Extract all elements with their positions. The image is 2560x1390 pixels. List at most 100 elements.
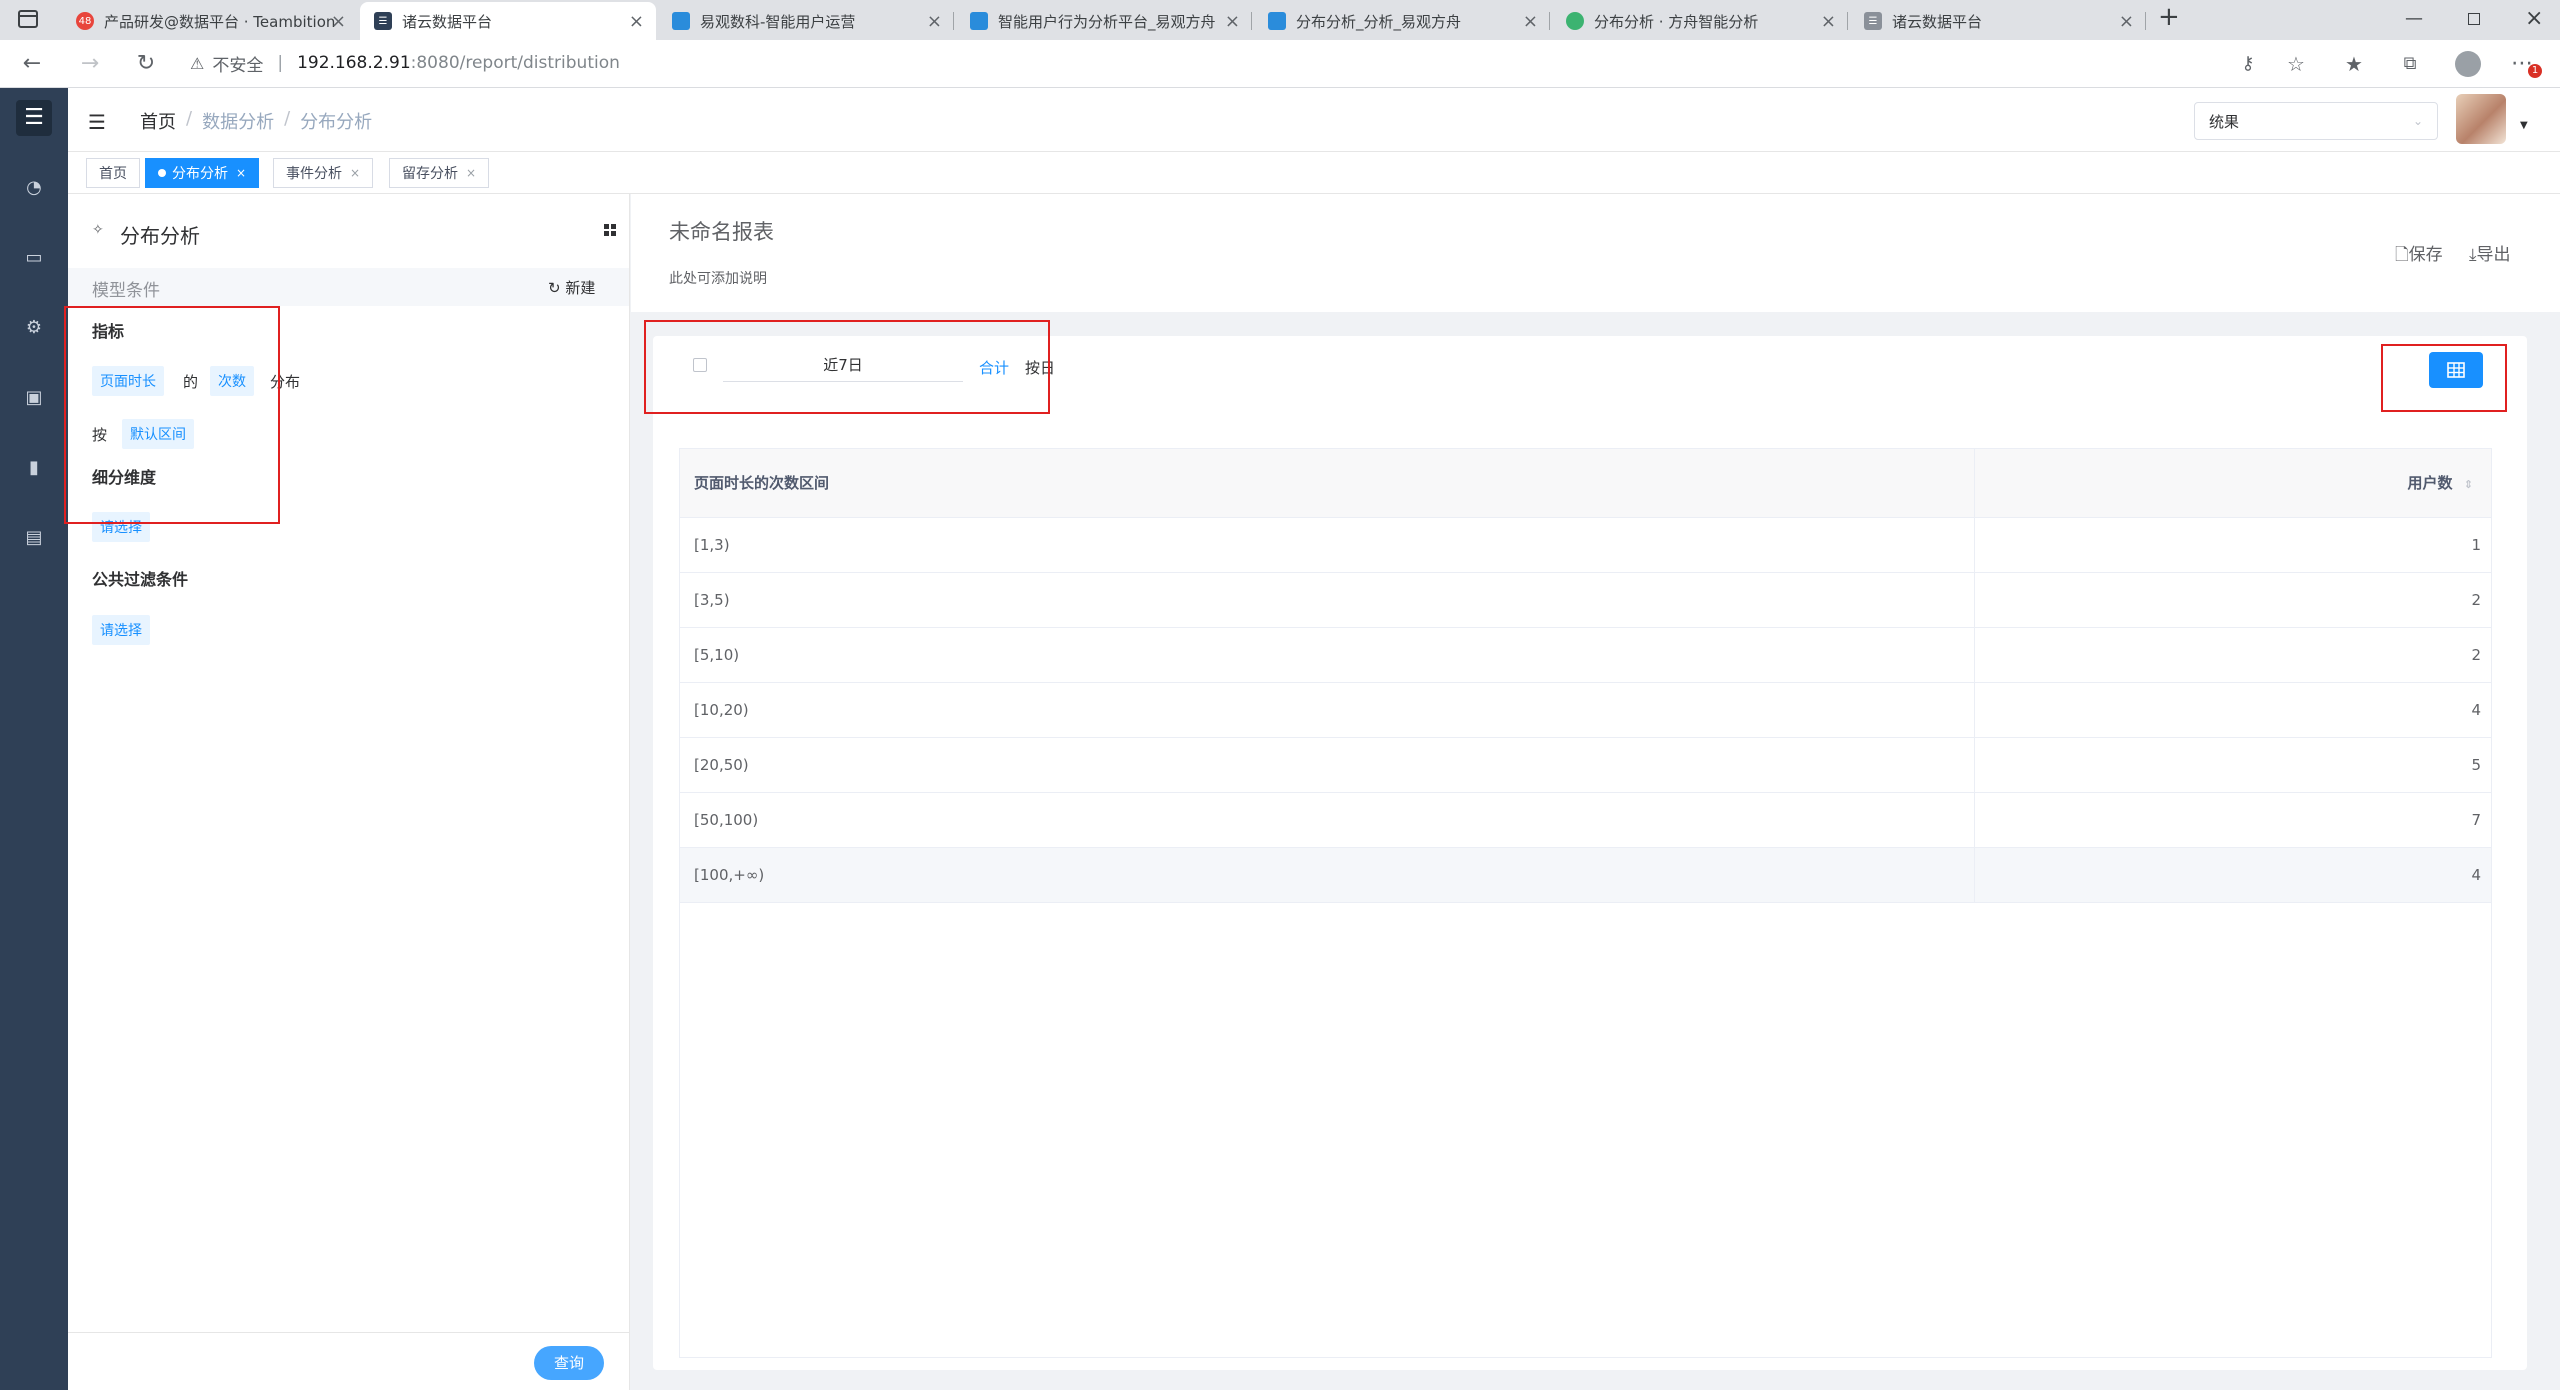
table-row[interactable]: [3,5) 2: [680, 572, 2491, 628]
cell-interval: [10,20): [680, 682, 1975, 738]
breadcrumb-data-analysis[interactable]: 数据分析: [202, 108, 274, 134]
url-path: :8080/report/distribution: [410, 53, 620, 73]
active-dot-icon: [158, 169, 166, 177]
close-icon[interactable]: ×: [1225, 11, 1240, 32]
close-icon[interactable]: ×: [1523, 11, 1538, 32]
company-select[interactable]: 统果 ⌄: [2194, 102, 2438, 140]
tag-close-icon[interactable]: ×: [466, 166, 476, 180]
security-label: 不安全: [212, 55, 264, 76]
grid-toggle-icon[interactable]: [604, 224, 616, 236]
column-header-users[interactable]: 用户数 ⇕: [1974, 449, 2491, 518]
save-button[interactable]: 🗋保存: [2395, 240, 2443, 271]
browser-tab-title: 分布分析_分析_易观方舟: [1296, 12, 1462, 31]
browser-tab-yiguan-behavior[interactable]: 智能用户行为分析平台_易观方舟 ×: [956, 2, 1252, 40]
results-table: 页面时长的次数区间 用户数 ⇕ [1,3) 1 [3,5) 2 [5,10) 2 [10,2…: [680, 449, 2491, 903]
browser-tab-yiguan-ops[interactable]: 易观数科-智能用户运营 ×: [658, 2, 954, 40]
pin-icon: ✧: [92, 222, 104, 238]
zhuyun-favicon-icon: ☰: [1864, 12, 1882, 30]
breadcrumb: 首页 / 数据分析 / 分布分析: [140, 108, 372, 134]
browser-tab-title: 诸云数据平台: [1892, 12, 1983, 31]
browser-tab-title: 分布分析 · 方舟智能分析: [1594, 12, 1759, 31]
bar-chart-icon[interactable]: ▮: [22, 456, 46, 480]
report-title[interactable]: 未命名报表: [669, 216, 774, 246]
menu-toggle-icon[interactable]: ☰: [88, 110, 106, 134]
company-select-value: 统果: [2209, 112, 2240, 131]
close-icon[interactable]: ×: [629, 11, 644, 32]
monitor-icon[interactable]: ▭: [22, 246, 46, 270]
browser-tab-yiguan-distribution[interactable]: 分布分析_分析_易观方舟 ×: [1254, 2, 1550, 40]
fangzhou-favicon-icon: [1566, 12, 1584, 30]
table-row[interactable]: [5,10) 2: [680, 627, 2491, 683]
profile-avatar[interactable]: [2455, 51, 2481, 77]
table-row[interactable]: [100,+∞) 4: [680, 847, 2491, 903]
notification-badge: 1: [2528, 64, 2542, 78]
close-icon[interactable]: ×: [1821, 11, 1836, 32]
browser-tab-bar: 48 产品研发@数据平台 · Teambition × ☰ 诸云数据平台 × 易…: [0, 0, 2560, 40]
report-card: 近7日 合计 按日 页面时长的次数区间 用户数 ⇕ [1,3) 1 [3,5) 2 [5…: [644, 320, 2527, 1370]
table-row[interactable]: [1,3) 1: [680, 517, 2491, 573]
reload-icon[interactable]: ↻: [132, 50, 160, 78]
tag-retention[interactable]: 留存分析 ×: [389, 158, 490, 188]
model-conditions-label: 模型条件: [92, 281, 160, 301]
browser-tab-teambition[interactable]: 48 产品研发@数据平台 · Teambition ×: [62, 2, 358, 40]
yiguan-favicon-icon: [1268, 12, 1286, 30]
new-tab-button[interactable]: +: [2158, 2, 2180, 32]
close-icon[interactable]: ×: [927, 11, 942, 32]
favorites-icon[interactable]: ★: [2340, 50, 2368, 78]
cell-interval: [5,10): [680, 627, 1975, 683]
avatar-caret-icon[interactable]: ▼: [2520, 120, 2528, 131]
condition-panel: ✧ 分布分析 模型条件 ↻ 新建 指标 页面时长 的 次数 分布 按 默认区间 …: [64, 194, 630, 1390]
yiguan-favicon-icon: [970, 12, 988, 30]
tag-home[interactable]: 首页: [86, 158, 140, 188]
minimize-icon[interactable]: —: [2405, 8, 2423, 29]
close-icon[interactable]: ×: [331, 11, 346, 32]
cell-interval: [1,3): [680, 517, 1975, 573]
back-arrow-icon[interactable]: ←: [18, 50, 46, 78]
report-header: 未命名报表 此处可添加说明 🗋保存 ⤓导出: [631, 194, 2560, 312]
app-logo-icon[interactable]: ☰: [16, 100, 52, 136]
tab-actions-icon[interactable]: [18, 10, 38, 28]
query-button[interactable]: 查询: [534, 1346, 604, 1380]
model-conditions-header: 模型条件 ↻ 新建: [68, 268, 629, 306]
report-icon[interactable]: ▤: [22, 526, 46, 550]
table-row[interactable]: [50,100) 7: [680, 792, 2491, 848]
browser-tab-zhuyun-active[interactable]: ☰ 诸云数据平台 ×: [360, 2, 656, 40]
close-icon[interactable]: ×: [2119, 11, 2134, 32]
window-close-icon[interactable]: ×: [2525, 6, 2543, 31]
table-row[interactable]: [20,50) 5: [680, 737, 2491, 793]
new-condition-button[interactable]: ↻ 新建: [548, 277, 595, 298]
export-button[interactable]: ⤓导出: [2469, 240, 2511, 265]
cell-users: 5: [1974, 737, 2491, 793]
user-avatar[interactable]: [2456, 94, 2506, 144]
column-header-interval: 页面时长的次数区间: [680, 449, 1975, 518]
filter-heading: 公共过滤条件: [92, 570, 189, 589]
settings-gear-icon[interactable]: ⚙: [22, 316, 46, 340]
briefcase-icon[interactable]: ▣: [22, 386, 46, 410]
report-description[interactable]: 此处可添加说明: [669, 268, 767, 288]
tag-distribution[interactable]: 分布分析 ×: [145, 158, 260, 188]
key-icon[interactable]: ⚷: [2234, 50, 2262, 78]
panel-footer-divider: [68, 1332, 629, 1333]
cell-users: 2: [1974, 572, 2491, 628]
add-favorite-icon[interactable]: ☆: [2282, 50, 2310, 78]
tag-close-icon[interactable]: ×: [236, 166, 246, 180]
browser-tab-zhuyun[interactable]: ☰ 诸云数据平台 ×: [1850, 2, 2146, 40]
chevron-down-icon: ⌄: [2412, 114, 2423, 128]
dashboard-icon[interactable]: ◔: [22, 176, 46, 200]
address-bar-row: ← → ↻ ⚠ 不安全 | 192.168.2.91 :8080/report/…: [0, 40, 2560, 88]
filter-select[interactable]: 请选择: [92, 615, 150, 645]
table-row[interactable]: [10,20) 4: [680, 682, 2491, 738]
cell-users: 2: [1974, 627, 2491, 683]
collections-icon[interactable]: ⧉: [2396, 50, 2424, 78]
top-navbar: ☰ 首页 / 数据分析 / 分布分析 统果 ⌄ ▼: [68, 88, 2560, 152]
sort-caret-icon[interactable]: ⇕: [2464, 478, 2473, 491]
breadcrumb-separator: /: [284, 108, 291, 129]
highlight-box-date: [644, 320, 1050, 414]
restore-icon[interactable]: [2468, 13, 2480, 25]
browser-tab-fangzhou[interactable]: 分布分析 · 方舟智能分析 ×: [1552, 2, 1848, 40]
url-field[interactable]: ⚠ 不安全 | 192.168.2.91 :8080/report/distri…: [190, 44, 2310, 82]
tag-close-icon[interactable]: ×: [350, 166, 360, 180]
tag-event[interactable]: 事件分析 ×: [273, 158, 374, 188]
breadcrumb-home[interactable]: 首页: [140, 108, 176, 134]
breadcrumb-distribution: 分布分析: [300, 112, 373, 133]
